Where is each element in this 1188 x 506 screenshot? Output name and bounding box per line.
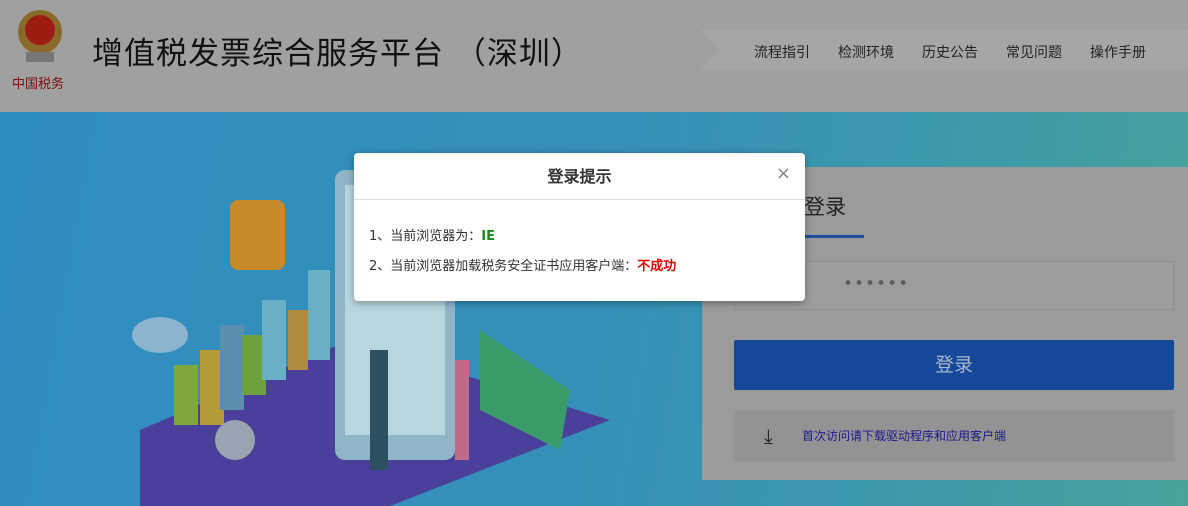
cert-label: 2、当前浏览器加载税务安全证书应用客户端： — [369, 259, 638, 274]
cert-status: 不成功 — [637, 259, 677, 274]
browser-value: IE — [481, 229, 495, 244]
cert-line: 2、当前浏览器加载税务安全证书应用客户端：不成功 — [369, 252, 805, 282]
download-icon[interactable]: ⤓ — [764, 424, 786, 448]
nav-history-notice[interactable]: 历史公告 — [922, 42, 978, 62]
top-nav: 流程指引 检测环境 历史公告 常见问题 操作手册 — [754, 42, 1146, 62]
login-button[interactable]: 登录 — [734, 340, 1174, 390]
tax-emblem-logo: 中国税务 — [12, 10, 64, 92]
header: 中国税务 增值税发票综合服务平台 （深圳） 流程指引 检测环境 历史公告 常见问… — [0, 0, 1188, 112]
page-title: 增值税发票综合服务平台 （深圳） — [92, 36, 583, 72]
nav-check-env[interactable]: 检测环境 — [838, 42, 894, 62]
close-icon[interactable]: × — [776, 163, 791, 184]
login-tip-dialog: 登录提示 × 1、当前浏览器为：IE 2、当前浏览器加载税务安全证书应用客户端：… — [354, 153, 805, 301]
dialog-body: 1、当前浏览器为：IE 2、当前浏览器加载税务安全证书应用客户端：不成功 — [354, 200, 805, 282]
nav-manual[interactable]: 操作手册 — [1090, 42, 1146, 62]
download-bar: ⤓ 首次访问请下载驱动程序和应用客户端 — [734, 410, 1174, 461]
download-link[interactable]: 首次访问请下载驱动程序和应用客户端 — [802, 427, 1006, 444]
browser-line: 1、当前浏览器为：IE — [369, 222, 805, 252]
svg-text:中国税务: 中国税务 — [12, 76, 64, 92]
nav-process-guide[interactable]: 流程指引 — [754, 42, 810, 62]
dialog-title: 登录提示 — [354, 153, 805, 200]
login-title: 登录 — [804, 195, 846, 219]
nav-faq[interactable]: 常见问题 — [1006, 42, 1062, 62]
browser-label: 1、当前浏览器为： — [369, 229, 482, 244]
login-tab-underline — [804, 235, 864, 238]
